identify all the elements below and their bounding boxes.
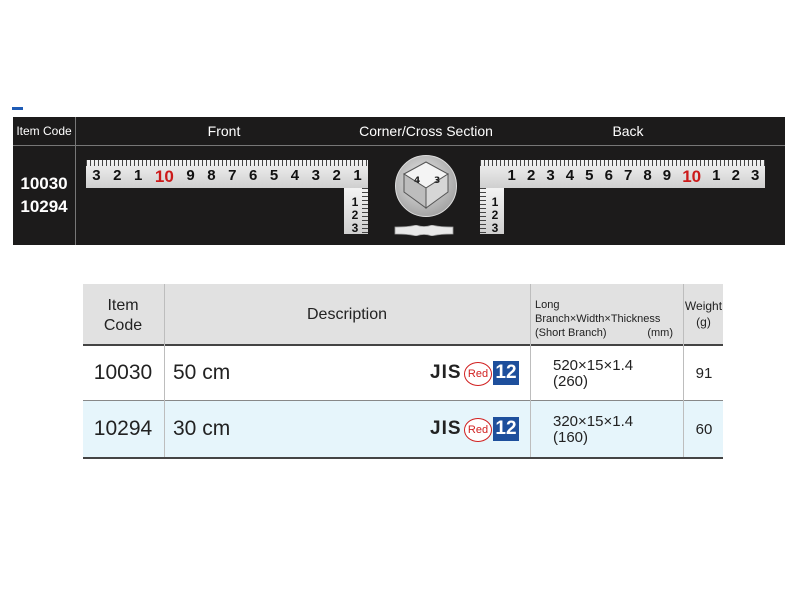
column-divider xyxy=(530,284,531,457)
corner-detail-icon: 4 3 xyxy=(403,161,449,209)
red-grade-badge: Red xyxy=(464,418,492,442)
ruler-digit: 1 xyxy=(353,167,362,184)
ruler-digit: 3 xyxy=(491,221,499,235)
ruler-digit: 5 xyxy=(585,167,594,184)
column-divider xyxy=(164,284,165,457)
table-row: 10030 50 cm JIS Red 12 520×15×1.4 (260) … xyxy=(83,346,723,400)
ruler-digit: 6 xyxy=(604,167,613,184)
front-ruler-numbers: 3 2 1 10 9 8 7 6 5 4 3 2 1 xyxy=(86,167,368,187)
row-dims-short: (260) xyxy=(553,373,589,390)
front-ruler-long: 3 2 1 10 9 8 7 6 5 4 3 2 1 xyxy=(86,160,368,188)
row-dims-main: 520×15×1.4 xyxy=(553,357,634,374)
ruler-digit: 1 xyxy=(712,167,721,184)
row-dimensions: 520×15×1.4 (260) xyxy=(553,358,663,390)
header-dimensions: Long Branch×Width×Thickness (Short Branc… xyxy=(535,298,681,340)
row-item-code: 10294 xyxy=(93,417,153,440)
jis-label: JIS xyxy=(430,362,462,383)
front-ruler-short: 1 2 3 xyxy=(344,188,368,235)
header-weight-label: Weight xyxy=(684,299,723,313)
row-weight: 91 xyxy=(695,365,713,382)
ruler-digit: 3 xyxy=(311,167,320,184)
ruler-digit: 2 xyxy=(332,167,341,184)
header-dims-line1: Long Branch×Width×Thickness xyxy=(535,299,661,325)
ruler-digit: 2 xyxy=(113,167,122,184)
ruler-digit-red: 10 xyxy=(682,167,702,186)
ruler-digit: 5 xyxy=(269,167,279,184)
back-ruler-long: 1 2 3 4 5 6 7 8 9 10 1 2 3 xyxy=(480,160,765,188)
ruler-digit: 8 xyxy=(643,167,652,184)
ruler-digit: 3 xyxy=(92,167,101,184)
table-bottom-border xyxy=(83,457,723,459)
ruler-digit: 9 xyxy=(662,167,672,184)
ruler-digit: 1 xyxy=(134,167,143,184)
back-ruler-numbers: 1 2 3 4 5 6 7 8 9 10 1 2 3 xyxy=(480,167,765,187)
banner-code: 10030 xyxy=(20,174,68,193)
ruler-digit: 2 xyxy=(526,167,536,184)
row-description: 30 cm xyxy=(173,417,231,440)
corner-magnifier: 4 3 xyxy=(395,155,457,217)
ruler-digit: 7 xyxy=(228,167,237,184)
banner-header-back: Back xyxy=(612,123,644,139)
ruler-digit: 1 xyxy=(507,167,516,184)
header-weight: Weight (g) xyxy=(684,298,723,330)
ruler-digit: 7 xyxy=(623,167,633,184)
header-dims-line2: (Short Branch) (mm) xyxy=(535,326,681,340)
table-header-row: Item Code Description Long Branch×Width×… xyxy=(83,284,723,344)
ruler-ticks xyxy=(480,188,486,234)
ruler-digit: 8 xyxy=(207,167,216,184)
ruler-digit-red: 10 xyxy=(154,167,174,186)
row-dims-main: 320×15×1.4 xyxy=(553,413,634,430)
header-dims-short: (Short Branch) xyxy=(535,327,607,339)
header-weight-unit: (g) xyxy=(696,315,711,329)
banner-header-item-code: Item Code xyxy=(13,117,76,145)
section-marker xyxy=(12,107,23,110)
ruler-digit: 2 xyxy=(731,167,740,184)
row-dimensions: 320×15×1.4 (160) xyxy=(553,414,663,446)
red-grade-badge: Red xyxy=(464,362,492,386)
cross-section-icon xyxy=(394,225,454,236)
row-description: 50 cm xyxy=(173,361,231,384)
corner-digit: 3 xyxy=(434,176,440,186)
ruler-ticks xyxy=(86,160,368,166)
banner-divider-horizontal xyxy=(13,145,785,146)
ruler-digit: 4 xyxy=(565,167,575,184)
ruler-digit: 3 xyxy=(351,221,359,235)
grade-badge: 12 xyxy=(493,361,519,385)
front-ruler-short-numbers: 1 2 3 xyxy=(348,196,362,235)
table-row: 10294 30 cm JIS Red 12 320×15×1.4 (160) … xyxy=(83,401,723,457)
jis-label: JIS xyxy=(430,418,462,439)
column-divider xyxy=(683,284,684,457)
ruler-digit: 4 xyxy=(290,167,300,184)
row-item-code: 10030 xyxy=(93,361,153,384)
ruler-digit: 3 xyxy=(750,167,760,184)
header-dims-unit: (mm) xyxy=(647,327,673,339)
banner-header-front: Front xyxy=(207,123,241,139)
ruler-digit: 9 xyxy=(186,167,195,184)
ruler-ticks xyxy=(362,188,368,234)
banner-code: 10294 xyxy=(20,197,68,216)
header-description: Description xyxy=(306,306,388,323)
ruler-digit: 3 xyxy=(546,167,555,184)
ruler-digit: 6 xyxy=(248,167,258,184)
header-item-code: Item Code xyxy=(103,297,143,334)
banner-divider-vertical xyxy=(75,145,76,245)
ruler-ticks xyxy=(480,160,765,166)
row-dims-short: (160) xyxy=(553,429,589,446)
back-ruler-short: 1 2 3 xyxy=(480,188,504,235)
grade-badge: 12 xyxy=(493,417,519,441)
back-ruler-short-numbers: 1 2 3 xyxy=(488,196,502,235)
corner-digit: 4 xyxy=(414,176,420,186)
row-weight: 60 xyxy=(695,421,713,438)
